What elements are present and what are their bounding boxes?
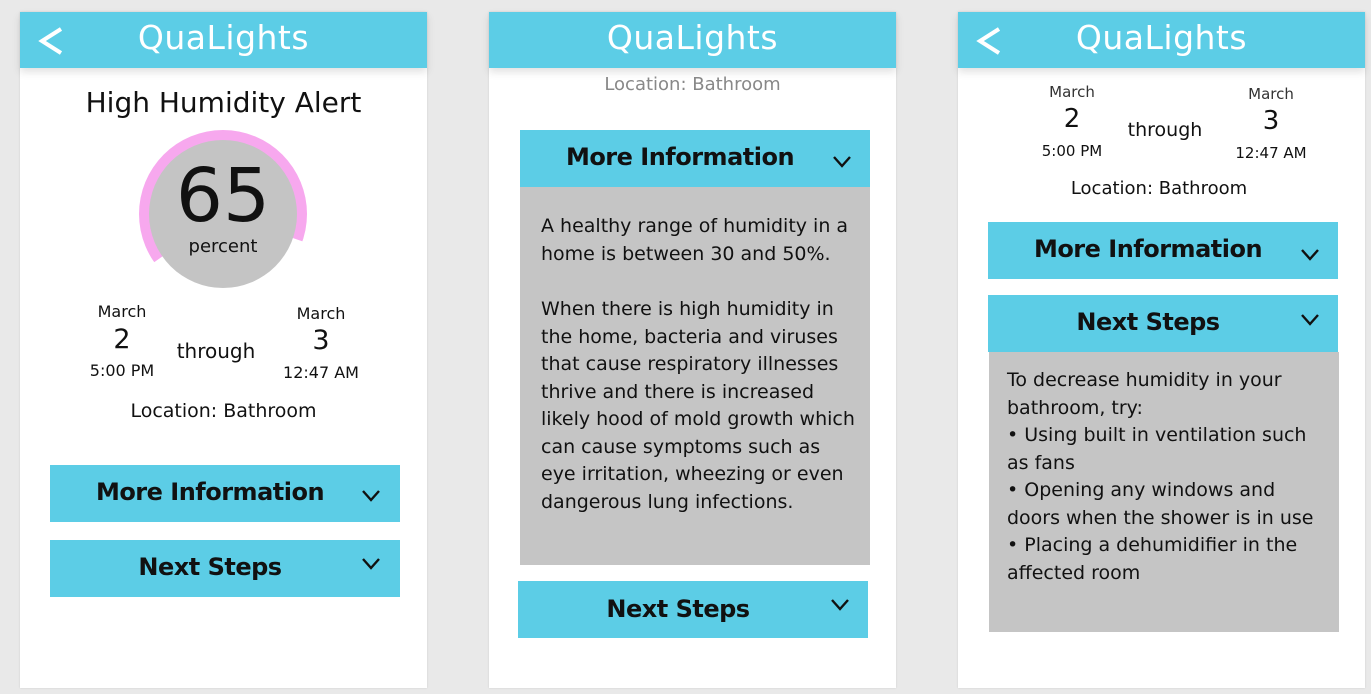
more-information-toggle[interactable]: More Information [988,222,1338,279]
start-day: 2 [1063,104,1081,134]
more-information-label: More Information [565,143,795,171]
info-paragraph: A healthy range of humidity in a home is… [541,215,849,265]
step-item: • Using built in ventilation such as fan… [1007,424,1307,474]
screen-alert: QuaLights High Humidity Alert 65 percent… [20,12,427,688]
end-month: March [1248,85,1294,103]
start-month: March [1049,83,1095,101]
start-time: 5:00 PM [1041,142,1103,160]
chevron-down-icon [362,558,380,570]
more-information-label: More Information [95,478,325,506]
through-label: through [1127,119,1203,141]
next-steps-text: To decrease humidity in your bathroom, t… [1007,367,1327,587]
step-item: • Placing a dehumidifier in the affected… [1007,534,1298,584]
app-header: QuaLights [20,12,427,68]
next-steps-panel: To decrease humidity in your bathroom, t… [989,352,1339,632]
end-month: March [296,304,346,323]
steps-intro: To decrease humidity in your bathroom, t… [1007,369,1282,419]
chevron-down-icon [831,599,849,611]
humidity-unit: percent [188,236,258,257]
more-information-text: A healthy range of humidity in a home is… [541,213,859,516]
more-information-toggle[interactable]: More Information [50,465,400,522]
app-title: QuaLights [1075,18,1248,57]
step-item: • Opening any windows and doors when the… [1007,479,1314,529]
through-label: through [176,339,256,363]
app-header: QuaLights [958,12,1365,68]
next-steps-label: Next Steps [1076,308,1220,336]
location-label: Location: Bathroom [130,400,317,422]
humidity-gauge: 65 percent [139,130,307,300]
more-information-label: More Information [1033,235,1263,263]
chevron-down-icon [362,490,380,502]
next-steps-toggle[interactable]: Next Steps [988,295,1338,352]
location-label: Location: Bathroom [604,74,781,95]
screen-next-steps: QuaLights March 2 5:00 PM through March … [958,12,1365,688]
chevron-down-icon [833,156,851,168]
chevron-down-icon [1301,314,1319,326]
alert-title: High Humidity Alert [85,86,362,119]
more-information-panel: A healthy range of humidity in a home is… [520,187,870,565]
next-steps-toggle[interactable]: Next Steps [518,581,868,638]
more-information-toggle[interactable]: More Information [520,130,870,187]
start-time: 5:00 PM [89,361,155,380]
end-time: 12:47 AM [1235,144,1307,162]
start-month: March [97,302,147,321]
app-header: QuaLights [489,12,896,68]
humidity-value: 65 [175,153,271,239]
app-title: QuaLights [606,18,779,57]
end-day: 3 [1262,106,1280,136]
info-paragraph: When there is high humidity in the home,… [541,298,855,513]
next-steps-toggle[interactable]: Next Steps [50,540,400,597]
chevron-down-icon [1301,249,1319,261]
next-steps-label: Next Steps [138,553,282,581]
app-title: QuaLights [137,18,310,57]
end-time: 12:47 AM [283,363,359,382]
end-day: 3 [312,325,330,356]
screen-more-information: QuaLights Location: Bathroom More Inform… [489,12,896,688]
next-steps-label: Next Steps [606,595,750,623]
start-day: 2 [113,324,131,355]
location-label: Location: Bathroom [1070,178,1248,199]
